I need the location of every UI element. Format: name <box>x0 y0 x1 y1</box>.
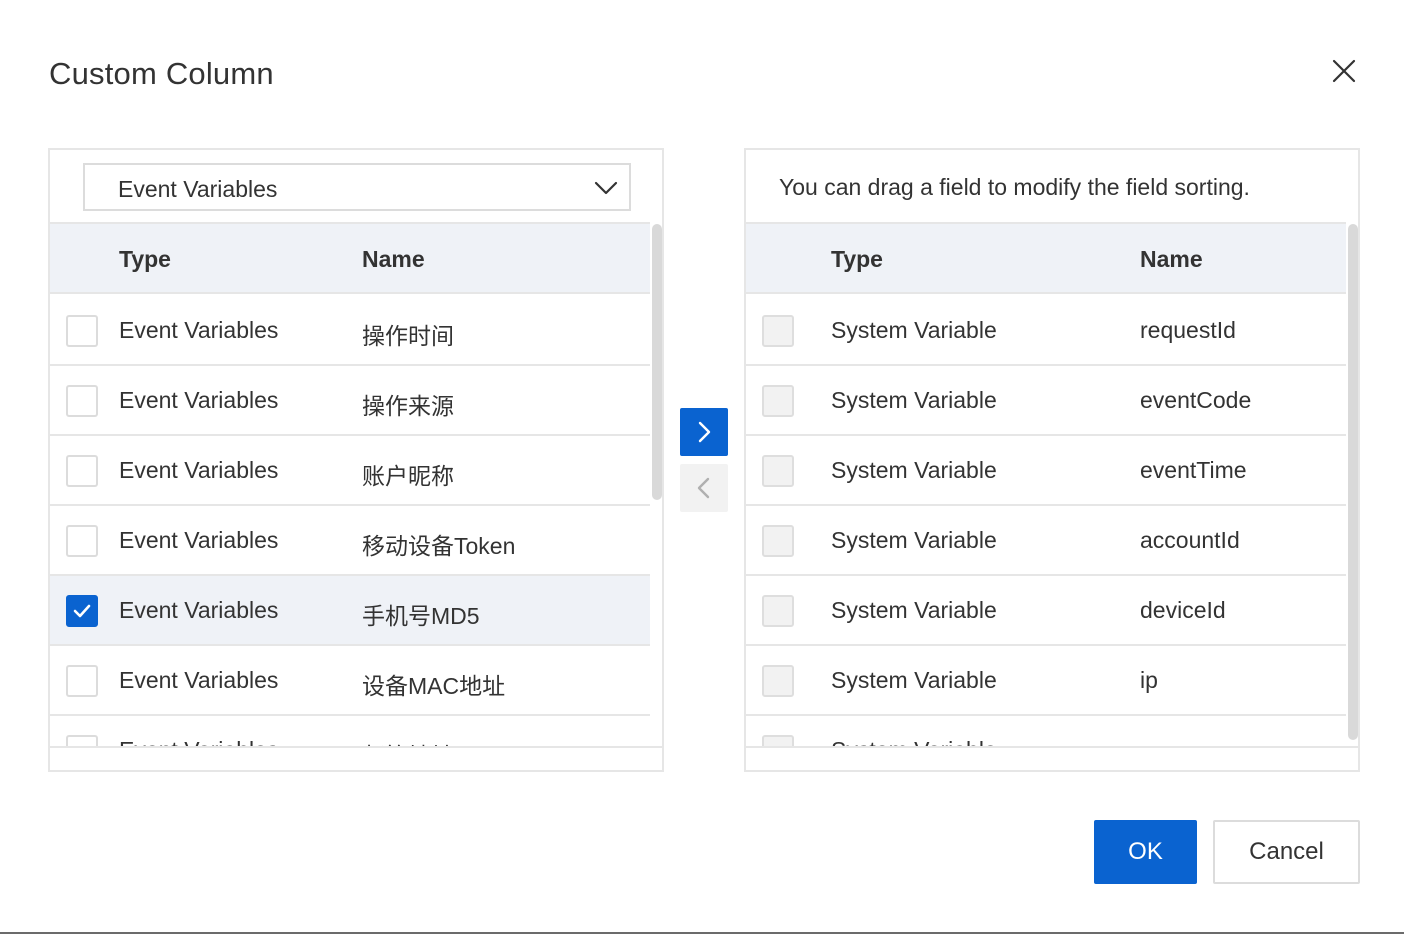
row-checkbox[interactable] <box>66 455 98 487</box>
table-row[interactable]: Event Variables 设备MAC地址 <box>50 646 650 716</box>
row-checkbox <box>762 455 794 487</box>
row-type: System Variable <box>831 387 997 413</box>
row-name: 邮箱地址 <box>362 737 454 746</box>
table-row[interactable]: Event Variables 手机号MD5 <box>50 576 650 646</box>
table-row[interactable]: System Variable ip <box>746 646 1346 716</box>
variable-type-select-value: Event Variables <box>118 176 278 202</box>
table-row[interactable]: System Variable accountId <box>746 506 1346 576</box>
row-checkbox <box>762 665 794 697</box>
table-row[interactable]: Event Variables 移动设备Token <box>50 506 650 576</box>
available-fields-table: Type Name Event Variables 操作时间 Event Varia… <box>50 222 650 746</box>
dialog-title: Custom Column <box>49 56 274 91</box>
move-left-button[interactable] <box>680 464 728 512</box>
drag-hint: You can drag a field to modify the field… <box>779 174 1250 200</box>
panel-footer <box>746 746 1358 770</box>
row-checkbox[interactable] <box>66 315 98 347</box>
row-type: System Variable <box>831 457 997 483</box>
row-type: Event Variables <box>119 387 279 413</box>
table-row[interactable]: System Variable eventTime <box>746 436 1346 506</box>
row-type: Event Variables <box>119 597 279 623</box>
row-checkbox[interactable] <box>66 665 98 697</box>
row-type: Event Variables <box>119 737 278 746</box>
row-checkbox <box>762 385 794 417</box>
variable-type-select[interactable]: Event Variables <box>83 163 631 211</box>
row-checkbox <box>762 525 794 557</box>
checkmark-icon <box>73 604 91 618</box>
cancel-button[interactable]: Cancel <box>1213 820 1360 884</box>
custom-column-dialog: Custom Column Event Variables Type Name … <box>0 0 1404 934</box>
table-row[interactable]: System Variable <box>746 716 1346 746</box>
row-checkbox[interactable] <box>66 385 98 417</box>
column-header-type: Type <box>831 246 883 272</box>
row-name: requestId <box>1140 317 1236 343</box>
row-type: System Variable <box>831 597 997 623</box>
row-name: 手机号MD5 <box>362 603 480 629</box>
panel-footer <box>50 746 662 770</box>
row-type: System Variable <box>831 317 997 343</box>
table-header: Type Name <box>746 224 1346 294</box>
table-row[interactable]: Event Variables 账户昵称 <box>50 436 650 506</box>
row-checkbox[interactable] <box>66 595 98 627</box>
table-row[interactable]: Event Variables 邮箱地址 <box>50 716 650 746</box>
selected-fields-table: Type Name System Variable requestId System… <box>746 222 1346 746</box>
row-type: System Variable <box>831 667 997 693</box>
row-type: System Variable <box>831 527 997 553</box>
row-type: Event Variables <box>119 527 279 553</box>
row-checkbox[interactable] <box>66 735 98 746</box>
table-row[interactable]: Event Variables 操作来源 <box>50 366 650 436</box>
chevron-down-icon <box>591 173 621 203</box>
scrollbar-thumb[interactable] <box>1348 224 1358 740</box>
column-header-name: Name <box>362 246 425 272</box>
row-name: ip <box>1140 667 1158 693</box>
table-row[interactable]: Event Variables 操作时间 <box>50 296 650 366</box>
row-checkbox <box>762 735 794 746</box>
ok-button[interactable]: OK <box>1094 820 1197 884</box>
row-type: Event Variables <box>119 457 279 483</box>
table-row[interactable]: System Variable deviceId <box>746 576 1346 646</box>
move-right-button[interactable] <box>680 408 728 456</box>
row-type: Event Variables <box>119 317 279 343</box>
row-type: System Variable <box>831 737 997 746</box>
row-name: 操作来源 <box>362 393 454 419</box>
column-header-type: Type <box>119 246 171 272</box>
row-name: deviceId <box>1140 597 1226 623</box>
row-type: Event Variables <box>119 667 279 693</box>
row-name: 设备MAC地址 <box>362 673 506 699</box>
row-name: accountId <box>1140 527 1240 553</box>
close-icon[interactable] <box>1324 52 1364 92</box>
row-name: 操作时间 <box>362 323 454 349</box>
row-name: eventCode <box>1140 387 1252 413</box>
table-row[interactable]: System Variable eventCode <box>746 366 1346 436</box>
table-header: Type Name <box>50 224 650 294</box>
row-name: eventTime <box>1140 457 1247 483</box>
row-name: 移动设备Token <box>362 533 516 559</box>
selected-fields-panel: You can drag a field to modify the field… <box>744 148 1360 772</box>
available-fields-panel: Event Variables Type Name Event Variable… <box>48 148 664 772</box>
scrollbar[interactable] <box>650 222 662 746</box>
chevron-left-icon <box>697 477 710 499</box>
table-row[interactable]: System Variable requestId <box>746 296 1346 366</box>
scrollbar[interactable] <box>1346 222 1358 746</box>
chevron-right-icon <box>698 421 711 443</box>
row-checkbox <box>762 315 794 347</box>
row-checkbox[interactable] <box>66 525 98 557</box>
row-name: 账户昵称 <box>362 463 454 489</box>
column-header-name: Name <box>1140 246 1203 272</box>
scrollbar-thumb[interactable] <box>652 224 662 500</box>
row-checkbox <box>762 595 794 627</box>
